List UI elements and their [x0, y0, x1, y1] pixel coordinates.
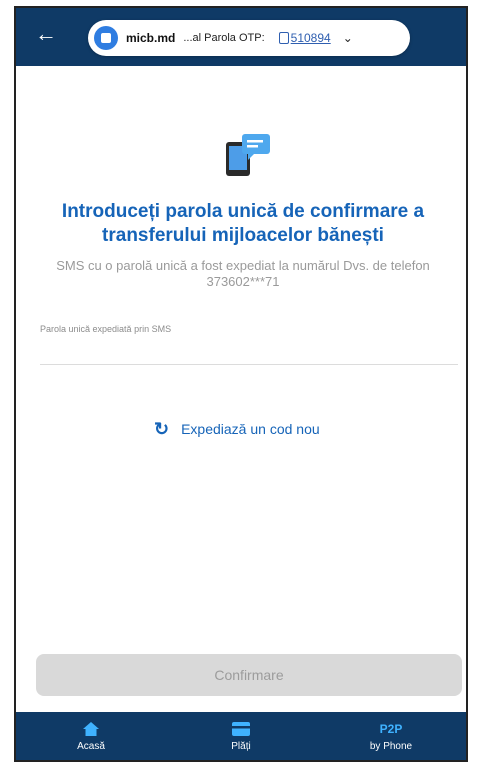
refresh-icon: ↻: [154, 419, 170, 439]
top-bar: ← micb.md ...al Parola OTP: 510894 ⌄: [16, 8, 466, 66]
otp-input[interactable]: [40, 338, 458, 365]
nav-item-home[interactable]: Acasă: [16, 712, 166, 760]
bottom-nav: Acasă Plăți P2P by Phone: [16, 712, 466, 760]
arrow-left-icon[interactable]: ←: [32, 20, 60, 48]
clipboard-icon: [278, 32, 289, 44]
nav-label-home: Acasă: [77, 740, 105, 752]
otp-autofill-bar[interactable]: micb.md ...al Parola OTP: 510894 ⌄: [88, 20, 410, 56]
app-icon: [94, 26, 118, 50]
otp-domain: micb.md: [126, 31, 176, 45]
page-subtitle: SMS cu o parolă unică a fost expediat la…: [56, 258, 430, 289]
otp-code[interactable]: 510894: [291, 31, 331, 45]
otp-label: ...al Parola OTP:: [183, 32, 265, 44]
otp-field-label: Parola unică expediată prin SMS: [40, 324, 172, 334]
nav-item-payments[interactable]: Plăți: [166, 712, 316, 760]
card-icon: [232, 721, 250, 737]
nav-item-p2p[interactable]: P2P by Phone: [316, 712, 466, 760]
chevron-down-icon[interactable]: ⌄: [343, 31, 353, 45]
phone-screen: ← micb.md ...al Parola OTP: 510894 ⌄ Int…: [14, 6, 468, 762]
home-icon: [83, 721, 99, 737]
resend-code-button[interactable]: ↻ Expediază un cod nou: [154, 418, 320, 440]
confirm-button[interactable]: Confirmare: [36, 654, 462, 696]
page-title: Introduceți parola unică de confirmare a…: [61, 201, 425, 246]
nav-label-p2p: by Phone: [369, 740, 413, 752]
p2p-icon-text: P2P: [379, 721, 403, 736]
resend-code-label: Expediază un cod nou: [181, 421, 320, 437]
sms-phone-icon: [226, 134, 270, 176]
nav-label-payments: Plăți: [231, 740, 251, 752]
